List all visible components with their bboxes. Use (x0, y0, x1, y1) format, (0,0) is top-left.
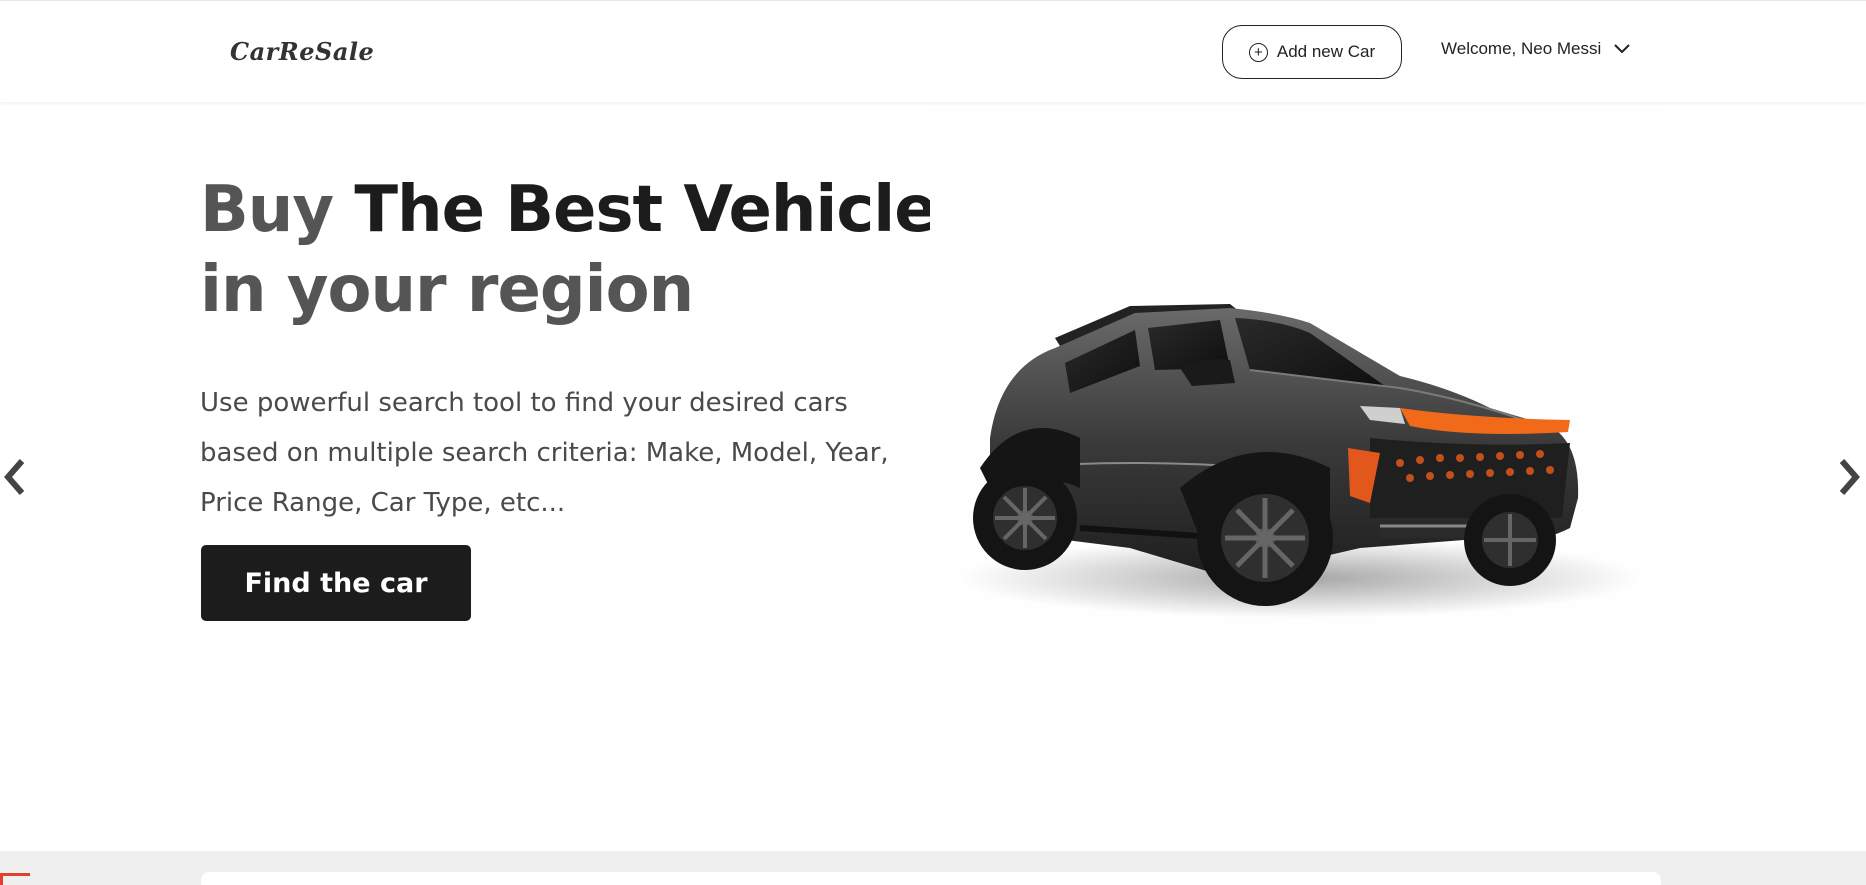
find-the-car-button[interactable]: Find the car (201, 545, 471, 621)
top-navbar: CarReSale + Add new Car Welcome, Neo Mes… (0, 0, 1866, 102)
accent-mark (0, 873, 30, 876)
plus-circle-icon: + (1248, 42, 1268, 62)
add-new-car-label: Add new Car (1276, 42, 1376, 61)
hero-description: Use powerful search tool to find your de… (200, 388, 889, 518)
car-image (930, 108, 1662, 830)
welcome-text: Welcome, Neo Messi (1441, 39, 1602, 58)
hero-title: Buy The Best Vehicles in your region (200, 170, 975, 330)
chevron-left-icon[interactable] (0, 455, 34, 499)
suv-illustration (960, 304, 1640, 618)
hero-title-buy: Buy (200, 173, 334, 247)
user-menu-dropdown[interactable]: Welcome, Neo Messi (1441, 39, 1631, 59)
search-card (201, 872, 1661, 885)
brand-logo[interactable]: CarReSale (230, 37, 374, 66)
hero-title-line2: in your region (200, 253, 694, 327)
add-new-car-button[interactable]: + Add new Car (1222, 25, 1402, 79)
accent-mark-vertical (0, 873, 3, 885)
chevron-down-icon (1614, 44, 1631, 54)
chevron-right-icon[interactable] (1830, 455, 1864, 499)
hero-title-highlight: The Best Vehicles (354, 173, 974, 247)
